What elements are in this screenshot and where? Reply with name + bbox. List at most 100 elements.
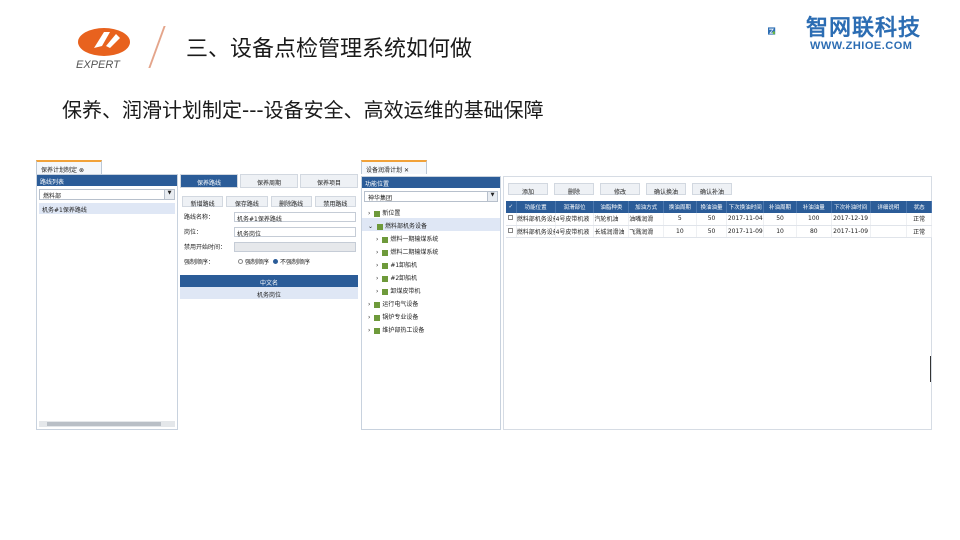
tab-lubrication-plan-label: 设备润滑计划 [366,167,403,174]
folder-icon [374,301,381,308]
tab-cycle[interactable]: 保养周期 [240,174,298,188]
tree-node[interactable]: › 卸煤皮带机 [362,283,500,296]
tree-node[interactable]: › 运行电气设备 [362,296,500,309]
close-icon[interactable]: ✕ [404,167,409,174]
table-row[interactable]: 燃料部机务设备 4号皮带机液 长城润滑油 飞溅润滑 10 50 2017-11-… [506,225,932,238]
table-cell: 4号皮带机液 [555,213,595,226]
tree-node-label: 新位置 [382,210,401,217]
route-name-input[interactable]: 机务#1保养路线 [234,211,356,223]
select-all-checkbox[interactable]: ✓ [506,201,517,213]
save-route-button[interactable]: 保存路线 [226,196,268,208]
folder-icon [382,262,389,269]
table-cell: 50 [763,213,797,226]
group-select[interactable]: 神华集团 ▼ [364,191,498,202]
department-select[interactable]: 燃料部 ▼ [39,189,175,200]
tree-node[interactable]: › 燃料一期输煤系统 [362,231,500,244]
expert-logo: EXPERT [76,28,130,71]
tree-node[interactable]: › 新位置 [362,205,500,218]
force-order-radio-label: 强制顺序 [245,259,270,266]
table-cell: 油嘴润滑 [628,213,664,226]
tree-node-label: #1卸船机 [390,262,418,269]
lubrication-table: ✓ 功能位置 润滑部位 油脂种类 加油方式 换油周期 换油油量 下次换油时间 补… [506,201,932,238]
table-cell: 100 [796,213,832,226]
table-cell: 50 [696,213,728,226]
grid-row[interactable]: 机务岗位 [180,287,358,299]
tree-node[interactable]: ⌄ 燃料部机务设备 [362,218,500,231]
row-checkbox[interactable] [506,213,517,226]
tab-lubrication-plan[interactable]: 设备润滑计划 ✕ [361,160,427,174]
disable-time-input[interactable] [234,241,356,252]
tree-node-label: 燃料一期输煤系统 [390,236,439,243]
column-header[interactable]: 加油方式 [628,201,664,213]
tree-node[interactable]: › #2卸船机 [362,270,500,283]
force-order-radio[interactable] [238,259,243,264]
confirm-oil-refill-button[interactable]: 确认补油 [692,183,732,196]
table-cell: 燃料部机务设备 [516,213,556,226]
status-cell: 正常 [906,225,932,238]
column-header[interactable]: 油脂种类 [593,201,630,213]
tree-node-label: 运行电气设备 [382,301,419,308]
route-list-item[interactable]: 机务#1保养路线 [39,203,175,214]
slide-subtitle: 保养、润滑计划制定---设备安全、高效运维的基础保障 [62,98,544,122]
tree-node-label: 卸煤皮带机 [390,288,421,295]
table-cell: 飞溅润滑 [628,225,664,238]
tab-items[interactable]: 保养项目 [300,174,358,188]
folder-icon [382,288,389,295]
add-route-button[interactable]: 新增路线 [182,196,224,208]
folder-icon [374,314,381,321]
grid-header: 中文名 [180,275,358,287]
column-header[interactable]: 补油周期 [763,201,797,213]
text-cursor [930,356,931,382]
disable-route-button[interactable]: 禁用路线 [314,196,356,208]
folder-icon [382,275,389,282]
disable-time-label: 禁用开始时间： [184,244,227,251]
department-select-value: 燃料部 [43,193,62,200]
table-cell: 2017-11-04 [726,213,765,226]
tree-node[interactable]: › 维护部热工设备 [362,322,500,335]
table-cell: 2017-11-09 [831,225,871,238]
route-form-panel: 保养路线 保养周期 保养项目 新增路线 保存路线 删除路线 禁用路线 路线名称：… [180,174,358,430]
tree-node[interactable]: › 燃料二期输煤系统 [362,244,500,257]
page-title: 三、设备点检管理系统如何做 [186,37,473,62]
column-header[interactable]: 补油油量 [796,201,832,213]
chevron-down-icon[interactable]: ▼ [164,190,174,199]
add-button[interactable]: 添加 [508,183,548,196]
confirm-oil-change-button[interactable]: 确认换油 [646,183,686,196]
scrollbar-thumb[interactable] [47,422,161,426]
table-cell: 5 [663,213,697,226]
table-cell: 80 [796,225,832,238]
column-header[interactable]: 换油周期 [663,201,697,213]
horizontal-scrollbar[interactable] [39,421,175,427]
post-input[interactable]: 机务岗位 [234,226,356,238]
column-header[interactable]: 下次换油时间 [726,201,765,213]
no-force-order-radio-label: 不强制顺序 [280,259,311,266]
edit-button[interactable]: 修改 [600,183,640,196]
chevron-down-icon[interactable]: ▼ [487,192,497,201]
route-list-header: 路线列表 [37,175,177,186]
tree-node[interactable]: › #1卸船机 [362,257,500,270]
delete-button[interactable]: 删除 [554,183,594,196]
row-checkbox[interactable] [506,225,517,238]
no-force-order-radio[interactable] [273,259,279,264]
tree-node-label: 锅炉专业设备 [382,314,419,321]
column-header[interactable]: 换油油量 [696,201,728,213]
column-header[interactable]: 下次补油时间 [831,201,871,213]
column-header[interactable]: 详细说明 [870,201,908,213]
tab-maintenance-plan[interactable]: 保养计划制定 ⊗ [36,160,102,174]
tab-route[interactable]: 保养路线 [180,174,238,188]
table-cell: 长城润滑油 [593,225,630,238]
folder-icon [374,327,381,334]
column-header[interactable]: 功能位置 [516,201,556,213]
brand-name: 智网联科技 [806,16,922,41]
column-header[interactable]: 润滑部位 [555,201,595,213]
table-row[interactable]: 燃料部机务设备 4号皮带机液 汽轮机油 油嘴润滑 5 50 2017-11-04… [506,213,932,226]
table-cell: 汽轮机油 [593,213,630,226]
delete-route-button[interactable]: 删除路线 [270,196,312,208]
tree-node[interactable]: › 锅炉专业设备 [362,309,500,322]
table-cell: 燃料部机务设备 [516,225,556,238]
group-select-value: 神华集团 [368,195,393,202]
close-icon[interactable]: ⊗ [79,167,84,174]
column-header[interactable]: 状态 [906,201,932,213]
tree-node-label: 燃料部机务设备 [384,223,427,230]
folder-icon [374,210,381,217]
